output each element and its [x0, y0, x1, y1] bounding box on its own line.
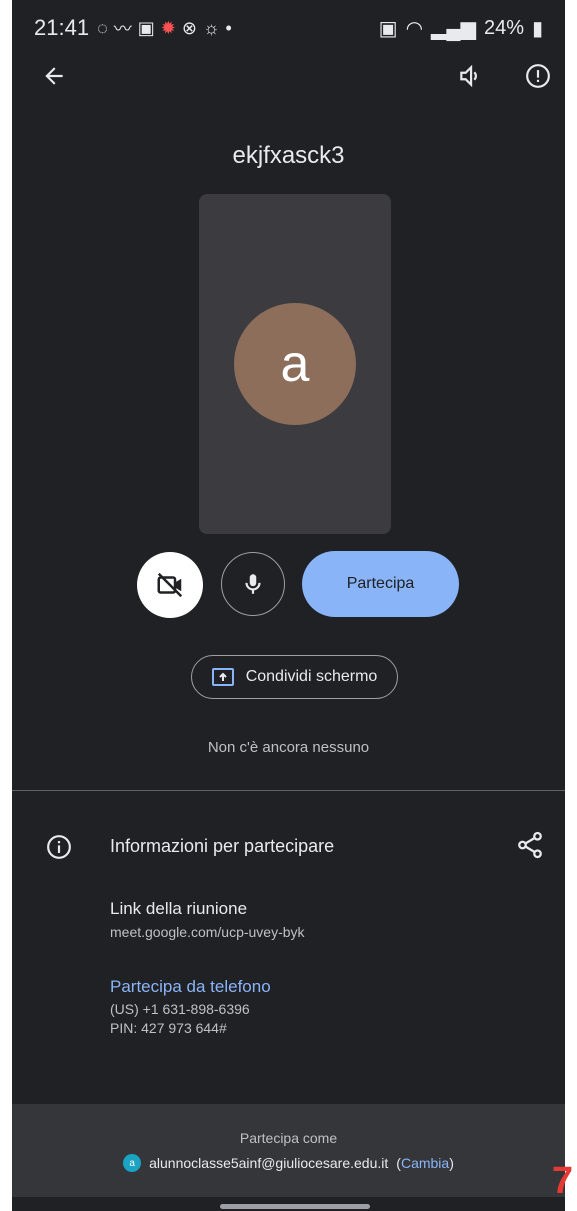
avatar: a — [234, 303, 356, 425]
info-title: Informazioni per partecipare — [110, 836, 335, 856]
join-as-label: Partecipa come — [239, 1130, 338, 1146]
notification-icon: ✹ — [160, 17, 176, 38]
battery-icon: ▮ — [531, 17, 543, 40]
app-bar — [12, 56, 565, 96]
notification-icon: ☼ — [202, 17, 220, 38]
notification-icons: ◌ 〰 ▣ ✹ ⊗ ☼ • — [97, 15, 232, 41]
mic-icon — [245, 574, 261, 594]
change-account: (Cambia) — [396, 1155, 454, 1171]
status-time: 21:41 — [34, 15, 90, 40]
info-icon-wrap — [46, 834, 72, 865]
wifi-icon: ◠ — [405, 17, 424, 40]
share-icon — [518, 831, 542, 859]
camera-off-icon — [157, 572, 183, 598]
battery-percent: 24% — [483, 16, 524, 39]
account-email: alunnoclasse5ainf@giuliocesare.edu.it — [149, 1155, 389, 1171]
page-number: 7 — [551, 1160, 573, 1202]
share-screen-label: Condividi schermo — [245, 668, 378, 685]
speaker-icon — [460, 64, 477, 88]
account-row: a alunnoclasse5ainf@giuliocesare.edu.it … — [12, 1154, 565, 1172]
notification-icon: ▣ — [137, 17, 155, 38]
change-account-link[interactable]: Cambia — [401, 1155, 449, 1171]
join-button[interactable]: Partecipa — [302, 551, 459, 617]
account-avatar: a — [123, 1154, 142, 1172]
present-icon — [211, 668, 234, 686]
info-icon — [47, 835, 71, 859]
back-button[interactable] — [34, 56, 74, 96]
meeting-link-title: Link della riunione — [110, 899, 248, 918]
dial-in-pin: PIN: 427 973 644# — [110, 1020, 227, 1036]
phone-screen: 21:41 ◌ 〰 ▣ ✹ ⊗ ☼ • ▣ ◠ ▂▄▆ 24% ▮ ekjfxa… — [12, 0, 565, 1211]
self-preview: a — [199, 194, 391, 534]
meeting-code: ekjfxasck3 — [232, 142, 345, 169]
share-info-button[interactable] — [515, 830, 545, 865]
report-button[interactable] — [518, 56, 558, 96]
meeting-link-url[interactable]: meet.google.com/ucp-uvey-byk — [110, 924, 305, 940]
back-arrow-icon — [45, 67, 63, 85]
notification-icon: ◌ — [97, 17, 108, 38]
participants-status: Non c'è ancora nessuno — [207, 739, 370, 756]
audio-output-button[interactable] — [450, 56, 490, 96]
notification-icon: • — [225, 17, 232, 38]
notification-icon: ⊗ — [181, 17, 197, 38]
report-icon — [526, 64, 550, 88]
status-bar: 21:41 ◌ 〰 ▣ ✹ ⊗ ☼ • ▣ ◠ ▂▄▆ 24% ▮ — [12, 0, 565, 56]
status-right: ▣ ◠ ▂▄▆ 24% ▮ — [379, 16, 543, 41]
home-indicator[interactable] — [220, 1204, 370, 1209]
mic-toggle-button[interactable] — [221, 552, 285, 616]
divider — [12, 790, 565, 791]
share-screen-button[interactable]: Condividi schermo — [191, 655, 398, 699]
battery-saver-icon: ▣ — [378, 17, 398, 40]
signal-icon: ▂▄▆ — [431, 17, 476, 40]
camera-toggle-button[interactable] — [137, 552, 203, 618]
notification-icon: 〰 — [113, 19, 132, 39]
dial-in-number: (US) +1 631-898-6396 — [110, 1001, 250, 1017]
join-as-panel: Partecipa come a alunnoclasse5ainf@giuli… — [12, 1104, 565, 1197]
join-by-phone-link[interactable]: Partecipa da telefono — [110, 977, 271, 997]
